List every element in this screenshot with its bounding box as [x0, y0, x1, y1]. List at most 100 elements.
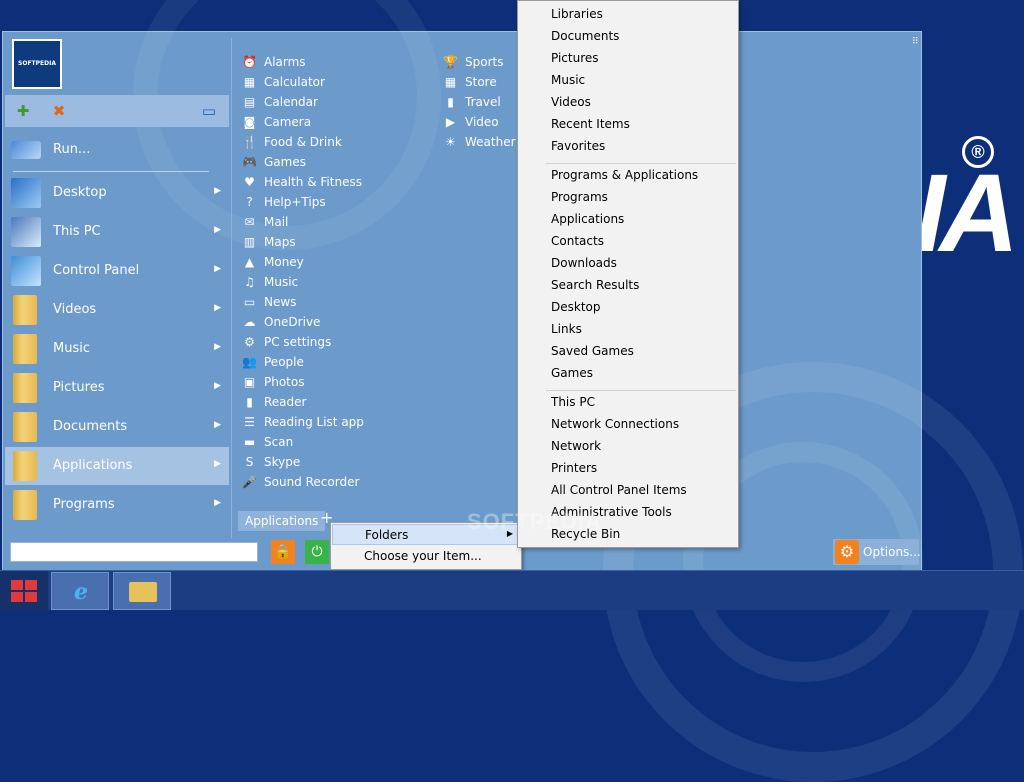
power-button[interactable]: ⏻: [305, 540, 329, 564]
add-item-icon[interactable]: ✚: [13, 101, 33, 121]
left-item-music[interactable]: Music ▶: [5, 330, 229, 368]
app-label: Maps: [264, 235, 296, 249]
money-icon: ▲: [244, 255, 255, 269]
app-label: People: [264, 355, 304, 369]
left-item-documents[interactable]: Documents ▶: [5, 408, 229, 446]
app-label: OneDrive: [264, 315, 321, 329]
left-item-this-pc[interactable]: This PC ▶: [5, 213, 229, 251]
music-icon: ♫: [244, 275, 255, 289]
submenu-item-printers[interactable]: Printers: [551, 461, 597, 475]
submenu-item-all-control-panel-items[interactable]: All Control Panel Items: [551, 483, 687, 497]
video-icon: ▶: [445, 115, 456, 129]
folder-icon: [13, 490, 37, 520]
submenu-item-programs[interactable]: Programs: [551, 190, 608, 204]
folder-icon: [13, 373, 37, 403]
travel-icon: ▮: [447, 95, 454, 109]
folder-icon: [13, 295, 37, 325]
taskbar: e: [0, 570, 1024, 611]
app-label: Photos: [264, 375, 305, 389]
submenu-item-this-pc[interactable]: This PC: [551, 395, 595, 409]
left-item-pictures[interactable]: Pictures ▶: [5, 369, 229, 407]
chevron-right-icon: ▶: [214, 498, 221, 508]
quick-toolbar: ✚ ✖ ▭: [5, 95, 229, 127]
reader-icon: ▮: [246, 395, 253, 409]
camera-icon: ◙: [243, 115, 256, 129]
applications-tab[interactable]: Applications: [238, 511, 326, 531]
left-item-applications[interactable]: Applications ▶: [5, 447, 229, 485]
chevron-right-icon: ▶: [214, 264, 221, 274]
app-label: Calculator: [264, 75, 325, 89]
submenu-item-documents[interactable]: Documents: [551, 29, 619, 43]
submenu-item-favorites[interactable]: Favorites: [551, 139, 605, 153]
app-label: Sports: [465, 55, 504, 69]
column-divider: [231, 38, 232, 538]
maps-icon: ▥: [243, 235, 256, 249]
photos-icon: ▣: [243, 375, 256, 389]
search-input[interactable]: [10, 542, 258, 562]
options-label: Options...: [863, 545, 921, 559]
windows-logo-icon: [11, 580, 37, 602]
chevron-right-icon: ▶: [214, 225, 221, 235]
folder-icon: [13, 334, 37, 364]
left-item-desktop[interactable]: Desktop ▶: [5, 174, 229, 212]
submenu-item-network[interactable]: Network: [551, 439, 601, 453]
watermark: SOFTPEDIA: [467, 509, 602, 534]
menu-separator: [546, 163, 736, 164]
left-item-label: Documents: [53, 419, 128, 434]
start-button[interactable]: [0, 571, 48, 611]
submenu-item-applications[interactable]: Applications: [551, 212, 624, 226]
left-item-label: Pictures: [53, 380, 105, 395]
submenu-item-recent-items[interactable]: Recent Items: [551, 117, 630, 131]
left-item-programs[interactable]: Programs ▶: [5, 486, 229, 524]
options-button[interactable]: ⚙ Options...: [833, 539, 921, 565]
taskbar-file-explorer[interactable]: [113, 572, 171, 610]
submenu-item-programs-applications[interactable]: Programs & Applications: [551, 168, 698, 182]
computer-icon: [11, 217, 41, 247]
gear-icon: ⚙: [835, 540, 859, 564]
submenu-item-libraries[interactable]: Libraries: [551, 7, 603, 21]
alarms-icon: ⏰: [242, 55, 257, 69]
submenu-item-desktop[interactable]: Desktop: [551, 300, 601, 314]
submenu-item-music[interactable]: Music: [551, 73, 585, 87]
chevron-right-icon: ▶: [214, 420, 221, 430]
window-icon[interactable]: ▭: [199, 101, 219, 121]
app-label: Reading List app: [264, 415, 364, 429]
submenu-item-pictures[interactable]: Pictures: [551, 51, 599, 65]
lock-button[interactable]: 🔒: [271, 540, 295, 564]
submenu-item-saved-games[interactable]: Saved Games: [551, 344, 634, 358]
app-label: Camera: [264, 115, 312, 129]
onedrive-icon: ☁: [243, 315, 256, 329]
food-drink-icon: 🍴: [242, 135, 257, 149]
left-item-label: Desktop: [53, 185, 107, 200]
health-fitness-icon: ♥: [244, 175, 255, 189]
chevron-right-icon: ▶: [214, 342, 221, 352]
submenu-item-contacts[interactable]: Contacts: [551, 234, 604, 248]
submenu-item-search-results[interactable]: Search Results: [551, 278, 639, 292]
left-item-control-panel[interactable]: Control Panel ▶: [5, 252, 229, 290]
remove-item-icon[interactable]: ✖: [49, 101, 69, 121]
left-item-videos[interactable]: Videos ▶: [5, 291, 229, 329]
popup-item-choose[interactable]: Choose your Item...: [332, 546, 520, 567]
folder-icon: [13, 412, 37, 442]
submenu-item-network-connections[interactable]: Network Connections: [551, 417, 679, 431]
calendar-icon: ▤: [243, 95, 256, 109]
submenu-item-games[interactable]: Games: [551, 366, 593, 380]
submenu-item-links[interactable]: Links: [551, 322, 582, 336]
resize-grip-icon[interactable]: ⠿: [912, 37, 919, 47]
submenu-item-videos[interactable]: Videos: [551, 95, 591, 109]
chevron-right-icon: ▶: [214, 381, 221, 391]
brand-logo-text: IA: [915, 152, 1019, 275]
power-icon: ⏻: [311, 544, 323, 560]
left-item-label: Videos: [53, 302, 97, 317]
run-item[interactable]: Run...: [5, 131, 229, 169]
control-panel-icon: [11, 256, 41, 286]
app-label: Weather: [465, 135, 516, 149]
chevron-right-icon: ▶: [214, 459, 221, 469]
submenu-item-downloads[interactable]: Downloads: [551, 256, 617, 270]
news-icon: ▭: [243, 295, 256, 309]
games-icon: 🎮: [242, 155, 257, 169]
user-avatar[interactable]: SOFTPEDIA: [12, 39, 62, 89]
registered-mark: ®: [962, 136, 994, 168]
taskbar-internet-explorer[interactable]: e: [51, 572, 109, 610]
popup-item-label: Choose your Item...: [364, 549, 482, 563]
